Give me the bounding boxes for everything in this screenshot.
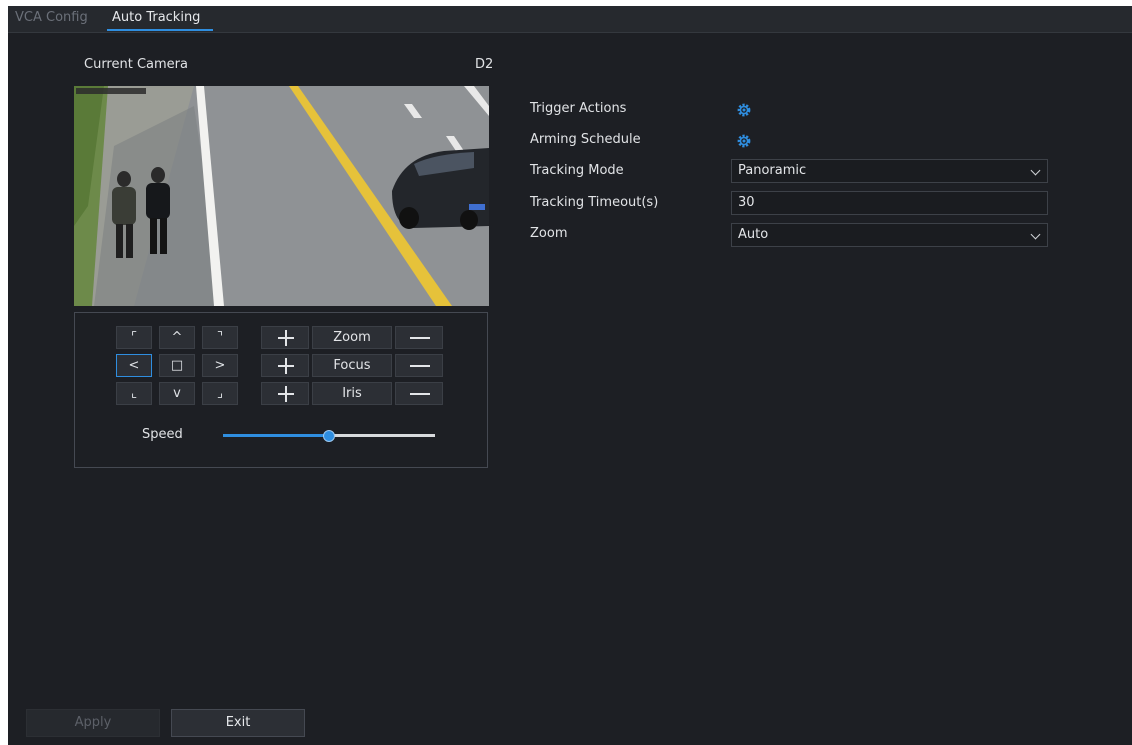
ptz-down-right-button[interactable]: ⌟	[202, 382, 238, 405]
chevron-down-icon	[1030, 229, 1041, 240]
focus-out-button[interactable]	[395, 354, 443, 377]
auto-tracking-window: VCA Config Auto Tracking Current Camera …	[8, 6, 1132, 745]
street-scene-image	[74, 86, 489, 306]
zoom-mode-select[interactable]: Auto	[731, 223, 1048, 247]
zoom-label: Zoom	[312, 326, 392, 349]
tracking-mode-select[interactable]: Panoramic	[731, 159, 1048, 183]
ptz-up-right-button[interactable]: ⌝	[202, 326, 238, 349]
speed-label: Speed	[142, 427, 183, 442]
ptz-down-button[interactable]: v	[159, 382, 195, 405]
zoom-out-button[interactable]	[395, 326, 443, 349]
apply-button[interactable]: Apply	[26, 709, 160, 737]
ptz-left-button[interactable]: <	[116, 354, 152, 377]
current-camera-label: Current Camera	[84, 57, 188, 72]
ptz-center-button[interactable]: □	[159, 354, 195, 377]
iris-close-button[interactable]	[395, 382, 443, 405]
tab-bar: VCA Config Auto Tracking	[8, 6, 1132, 33]
zoom-in-button[interactable]	[261, 326, 309, 349]
zoom-mode-label: Zoom	[530, 226, 568, 241]
speed-slider-fill	[223, 434, 329, 437]
focus-label: Focus	[312, 354, 392, 377]
exit-button[interactable]: Exit	[171, 709, 305, 737]
chevron-down-icon	[1030, 165, 1041, 176]
tracking-timeout-label: Tracking Timeout(s)	[530, 195, 659, 210]
focus-in-button[interactable]	[261, 354, 309, 377]
speed-slider-handle[interactable]	[323, 430, 335, 442]
zoom-mode-value: Auto	[738, 227, 769, 242]
ptz-up-button[interactable]: ^	[159, 326, 195, 349]
tracking-timeout-input[interactable]: 30	[731, 191, 1048, 215]
camera-live-view[interactable]	[74, 86, 489, 306]
tracking-mode-value: Panoramic	[738, 163, 807, 178]
trigger-actions-gear-icon[interactable]	[736, 102, 752, 118]
ptz-control-panel: ⌜ ^ ⌝ < □ > ⌞ v ⌟ Zoom Focus Iris Speed	[74, 312, 488, 468]
trigger-actions-label: Trigger Actions	[530, 101, 627, 116]
tab-auto-tracking[interactable]: Auto Tracking	[112, 6, 200, 30]
current-camera-value: D2	[475, 57, 494, 72]
tab-vca-config[interactable]: VCA Config	[15, 6, 88, 30]
speed-slider[interactable]	[223, 430, 435, 442]
tracking-mode-label: Tracking Mode	[530, 163, 624, 178]
iris-label: Iris	[312, 382, 392, 405]
active-tab-indicator	[107, 29, 213, 31]
ptz-up-left-button[interactable]: ⌜	[116, 326, 152, 349]
ptz-right-button[interactable]: >	[202, 354, 238, 377]
iris-open-button[interactable]	[261, 382, 309, 405]
arming-schedule-label: Arming Schedule	[530, 132, 641, 147]
arming-schedule-gear-icon[interactable]	[736, 133, 752, 149]
ptz-down-left-button[interactable]: ⌞	[116, 382, 152, 405]
tracking-timeout-value: 30	[738, 195, 755, 210]
